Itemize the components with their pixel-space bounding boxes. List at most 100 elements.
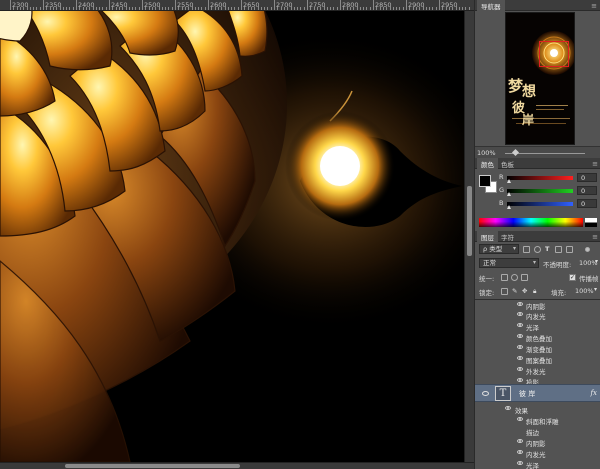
text-layer-name[interactable]: 彼 岸 [519, 389, 535, 399]
color-spectrum-ramp[interactable] [479, 218, 583, 227]
effect-row-inner-glow[interactable]: 内发光 [475, 448, 600, 459]
filter-toggle-icon[interactable] [585, 247, 590, 252]
ruler-tick [59, 5, 61, 10]
slider-green[interactable]: G 0 [499, 186, 599, 197]
eye-icon[interactable] [517, 302, 523, 306]
text-layer-thumbnail-icon[interactable]: T [495, 386, 511, 401]
horizontal-scrollbar[interactable] [0, 462, 474, 469]
red-slider-track[interactable] [507, 176, 573, 180]
color-panel-menu-icon[interactable]: ≡ [592, 160, 598, 168]
eye-icon[interactable] [517, 345, 523, 349]
ruler-tick [392, 7, 394, 10]
tab-character[interactable]: 字符 [497, 231, 518, 242]
propagate-frame-checkbox[interactable]: ✓ [569, 274, 576, 281]
ruler-tick [340, 0, 341, 10]
ruler-tick [142, 0, 143, 10]
blue-label: B [499, 199, 504, 207]
layer-filter-dropdown[interactable]: ρ 类型 ▾ [479, 244, 519, 254]
effect-row-pattern-overlay[interactable]: 图案叠加 [475, 354, 600, 365]
green-value-field[interactable]: 0 [577, 186, 597, 195]
eye-icon[interactable] [517, 378, 523, 382]
blue-value-field[interactable]: 0 [577, 199, 597, 208]
filter-shape-icon[interactable] [555, 246, 562, 253]
ruler-tick [79, 7, 81, 10]
layer-list[interactable]: 内阴影 内发光 光泽 颜色叠加 渐变叠加 图案叠加 外发光 投影 T 彼 岸 f… [475, 299, 600, 469]
eye-icon[interactable] [517, 450, 523, 454]
unify-style-icon[interactable] [521, 274, 528, 281]
eye-icon[interactable] [517, 356, 523, 360]
lock-position-icon[interactable]: ✥ [522, 287, 527, 295]
horizontal-scroll-thumb[interactable] [65, 464, 240, 468]
effect-row-stroke[interactable]: 描边 [475, 426, 600, 437]
filter-smart-object-icon[interactable] [566, 246, 573, 253]
effect-row-gradient-overlay[interactable]: 渐变叠加 [475, 343, 600, 354]
green-slider-track[interactable] [507, 189, 573, 193]
opacity-dropdown-icon[interactable]: ▾ [595, 258, 598, 265]
ruler-tick [231, 7, 233, 10]
fractal-artwork[interactable] [0, 0, 474, 463]
ruler-tick [264, 7, 266, 10]
eye-icon[interactable] [517, 312, 523, 316]
layers-panel-menu-icon[interactable]: ≡ [592, 233, 598, 241]
panel-menu-icon[interactable]: ≡ [591, 2, 597, 10]
black-white-swatch[interactable] [585, 218, 597, 227]
effect-row-satin[interactable]: 光泽 [475, 459, 600, 469]
zoom-slider-knob[interactable] [511, 148, 520, 157]
ruler-tick [425, 7, 427, 10]
lock-pixels-icon[interactable]: ✎ [512, 287, 517, 295]
eye-icon[interactable] [517, 439, 523, 443]
filter-adjustment-icon[interactable] [534, 246, 541, 253]
ruler-tick [191, 5, 193, 10]
slider-red[interactable]: R 0 [499, 173, 599, 184]
eye-icon[interactable] [505, 406, 511, 410]
fill-dropdown-icon[interactable]: ▾ [594, 286, 597, 293]
tab-navigator[interactable]: 导航器 [477, 0, 505, 11]
right-panel-dock: 导航器 ≡ 梦 想 彼 岸 100% 颜色 色板 ≡ R 0 G 0 B 0 图… [474, 0, 600, 469]
blend-mode-dropdown[interactable]: 正常 ▾ [479, 258, 539, 268]
text-layer-row[interactable]: T 彼 岸 fx [475, 384, 600, 402]
green-slider-caret[interactable] [507, 192, 511, 196]
zoom-value[interactable]: 100% [477, 149, 496, 157]
blue-slider-caret[interactable] [507, 205, 511, 209]
unify-visibility-icon[interactable] [511, 274, 518, 281]
tab-swatches[interactable]: 色板 [497, 158, 518, 169]
layer-visibility-eye-icon[interactable] [482, 391, 489, 396]
eye-icon[interactable] [517, 461, 523, 465]
filter-pixel-icon[interactable] [523, 246, 530, 253]
layer-fx-icon[interactable]: fx [590, 389, 597, 397]
tab-color[interactable]: 颜色 [477, 158, 498, 169]
ruler-tick [369, 7, 371, 10]
lock-transparent-icon[interactable] [501, 288, 508, 295]
unify-position-icon[interactable] [501, 274, 508, 281]
ruler-tick [138, 7, 140, 10]
vertical-scrollbar[interactable] [464, 11, 474, 462]
eye-icon[interactable] [517, 334, 523, 338]
effect-row-inner-shadow[interactable]: 内阴影 [475, 437, 600, 448]
ruler-tick [363, 7, 365, 10]
blue-slider-track[interactable] [507, 202, 573, 206]
effect-row-outer-glow[interactable]: 外发光 [475, 365, 600, 376]
ruler-tick [432, 7, 434, 10]
eye-icon[interactable] [517, 323, 523, 327]
fill-value[interactable]: 100% [575, 287, 594, 295]
ruler-tick [145, 7, 147, 10]
lock-all-icon[interactable]: 🔒︎ [533, 287, 536, 296]
navigator-thumbnail[interactable]: 梦 想 彼 岸 [505, 12, 575, 145]
filter-type-icon[interactable]: T [545, 245, 549, 253]
red-slider-caret[interactable] [507, 179, 511, 183]
eye-icon[interactable] [517, 367, 523, 371]
effect-row-satin-top[interactable]: 光泽 [475, 321, 600, 332]
tab-layers[interactable]: 图层 [477, 231, 498, 242]
navigator-view-frame[interactable] [539, 41, 569, 67]
ruler-tick [452, 7, 454, 10]
red-value-field[interactable]: 0 [577, 173, 597, 182]
effect-row-bevel-emboss[interactable]: 斜面和浮雕 [475, 415, 600, 426]
vertical-scroll-thumb[interactable] [467, 186, 472, 256]
effects-group-row[interactable]: 效果 [475, 404, 600, 415]
effect-row-color-overlay[interactable]: 颜色叠加 [475, 332, 600, 343]
eye-icon[interactable] [517, 417, 523, 421]
slider-blue[interactable]: B 0 [499, 199, 599, 210]
foreground-color-swatch[interactable] [479, 175, 491, 187]
ruler-tick [316, 7, 318, 10]
effect-row-inner-glow-top[interactable]: 内发光 [475, 310, 600, 321]
